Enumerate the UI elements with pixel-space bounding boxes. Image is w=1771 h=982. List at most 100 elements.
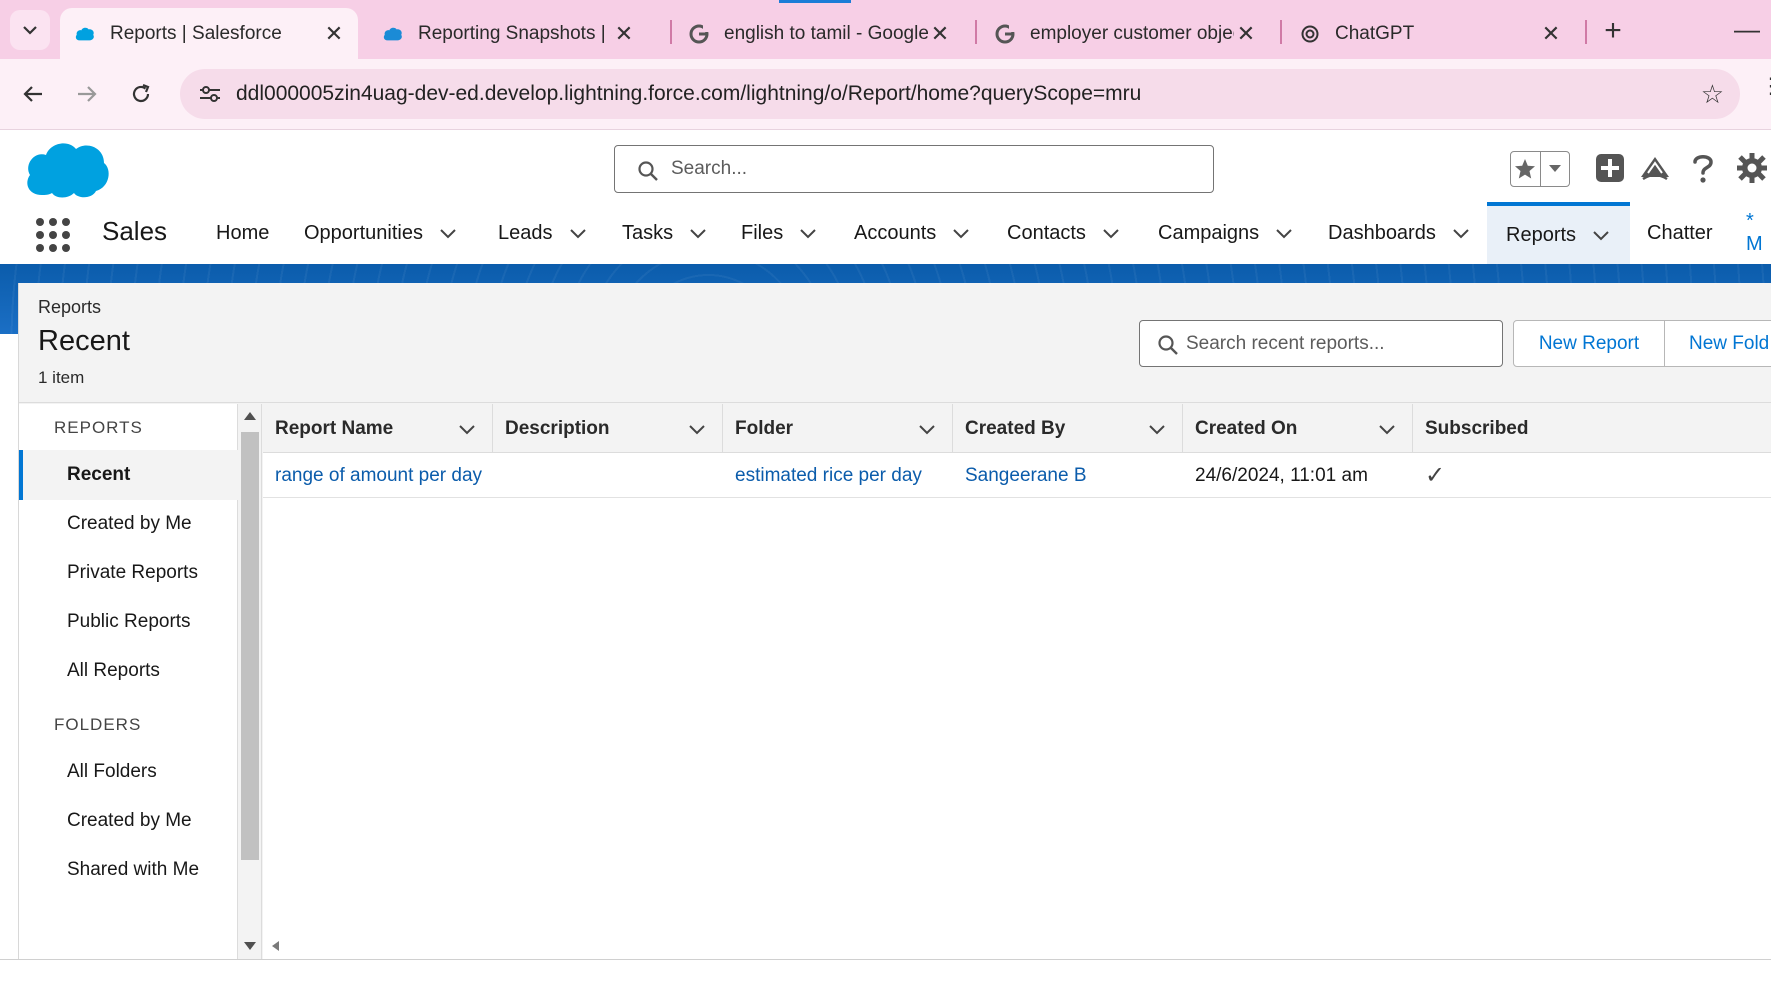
salesforce-cloud-icon — [382, 23, 404, 45]
nav-item-label: * M — [1746, 210, 1763, 255]
nav-item-home[interactable]: Home — [216, 202, 269, 264]
chevron-down-icon[interactable] — [799, 224, 817, 242]
close-icon[interactable]: ✕ — [1539, 21, 1563, 47]
report-name-link[interactable]: range of amount per day — [263, 453, 493, 498]
chevron-down-icon[interactable] — [952, 224, 970, 242]
url-text[interactable]: ddl000005zin4uag-dev-ed.develop.lightnin… — [236, 69, 1141, 119]
nav-item-accounts[interactable]: Accounts — [854, 202, 970, 264]
item-count: 1 item — [38, 368, 85, 387]
address-bar[interactable]: ddl000005zin4uag-dev-ed.develop.lightnin… — [180, 69, 1740, 119]
sidebar-item-shared-with-me[interactable]: Shared with Me — [19, 845, 238, 895]
app-launcher-icon[interactable] — [36, 218, 70, 252]
chevron-down-icon[interactable] — [1378, 420, 1396, 438]
global-search-box[interactable] — [614, 145, 1214, 193]
chevron-down-icon[interactable] — [458, 420, 476, 438]
new-report-button[interactable]: New Report — [1513, 320, 1665, 367]
table-header-row: Report Name Description Folder Created B… — [263, 404, 1771, 453]
window-minimize-button[interactable]: — — [1732, 14, 1762, 48]
google-g-icon — [994, 23, 1016, 45]
sidebar-item-recent[interactable]: Recent — [19, 450, 238, 500]
nav-item-contacts[interactable]: Contacts — [1007, 202, 1120, 264]
chevron-down-icon[interactable] — [1102, 224, 1120, 242]
favorites-star-icon[interactable] — [1511, 152, 1540, 186]
favorites-menu-chevron-icon[interactable] — [1539, 152, 1569, 186]
new-tab-button[interactable]: + — [1596, 14, 1630, 48]
reports-sidebar: REPORTS Recent Created by Me Private Rep… — [19, 404, 238, 959]
screen: Reports | Salesforce ✕ Reporting Snapsho… — [0, 0, 1771, 982]
sidebar-item-created-by-me[interactable]: Created by Me — [19, 499, 238, 549]
sidebar-item-all-folders[interactable]: All Folders — [19, 747, 238, 797]
column-header-label: Description — [505, 417, 610, 439]
chatgpt-icon — [1299, 23, 1321, 45]
sidebar-item-private-reports[interactable]: Private Reports — [19, 548, 238, 598]
scroll-left-arrow-icon[interactable] — [272, 941, 279, 951]
sidebar-item-folders-created-by-me[interactable]: Created by Me — [19, 796, 238, 846]
bookmark-star-icon[interactable]: ☆ — [1701, 69, 1724, 119]
sidebar-item-all-reports[interactable]: All Reports — [19, 646, 238, 696]
scroll-down-arrow-icon[interactable] — [244, 942, 256, 950]
nav-item-reports[interactable]: Reports — [1487, 202, 1630, 264]
nav-item-dashboards[interactable]: Dashboards — [1328, 202, 1470, 264]
scroll-up-arrow-icon[interactable] — [244, 412, 256, 420]
tab-search-button[interactable] — [10, 10, 50, 50]
global-search-input[interactable] — [671, 146, 1191, 192]
column-header-created-on[interactable]: Created On — [1183, 404, 1413, 453]
nav-item-campaigns[interactable]: Campaigns — [1158, 202, 1293, 264]
setup-gear-icon[interactable] — [1734, 150, 1770, 186]
column-header-folder[interactable]: Folder — [723, 404, 953, 453]
browser-tab-employer-customer[interactable]: employer customer objec ✕ — [980, 8, 1270, 59]
column-header-label: Folder — [735, 417, 794, 439]
report-search-box[interactable] — [1139, 320, 1503, 367]
favorites-button-group[interactable] — [1510, 151, 1570, 187]
chevron-down-icon[interactable] — [688, 420, 706, 438]
global-actions-plus-icon[interactable] — [1592, 150, 1628, 186]
close-icon[interactable]: ✕ — [1234, 21, 1258, 47]
nav-item-opportunities[interactable]: Opportunities — [304, 202, 457, 264]
sidebar-scrollbar[interactable] — [238, 404, 262, 959]
chevron-down-icon — [23, 26, 37, 35]
salesforce-cloud-icon — [74, 23, 96, 45]
chevron-down-icon[interactable] — [1452, 224, 1470, 242]
chevron-down-icon[interactable] — [1592, 226, 1610, 244]
browser-tab-chatgpt[interactable]: ChatGPT ✕ — [1285, 8, 1575, 59]
column-header-report-name[interactable]: Report Name — [263, 404, 493, 453]
nav-item-label: Opportunities — [304, 221, 423, 244]
report-search-input[interactable] — [1186, 321, 1496, 366]
browser-menu-icon[interactable]: ⋮ — [1760, 73, 1771, 99]
chevron-down-icon[interactable] — [1148, 420, 1166, 438]
column-header-description[interactable]: Description — [493, 404, 723, 453]
column-header-subscribed[interactable]: Subscribed — [1413, 404, 1771, 453]
arrow-left-icon — [23, 86, 42, 102]
new-folder-button[interactable]: New Fold — [1664, 320, 1771, 367]
report-folder-link[interactable]: estimated rice per day — [723, 453, 953, 498]
close-icon[interactable]: ✕ — [928, 21, 952, 47]
chevron-down-icon[interactable] — [689, 224, 707, 242]
column-header-created-by[interactable]: Created By — [953, 404, 1183, 453]
scrollbar-thumb[interactable] — [241, 432, 259, 860]
chevron-down-icon[interactable] — [918, 420, 936, 438]
nav-item-chatter[interactable]: Chatter — [1647, 202, 1713, 264]
chevron-down-icon[interactable] — [439, 224, 457, 242]
browser-tab-reporting-snapshots[interactable]: Reporting Snapshots | Sa ✕ — [368, 8, 648, 59]
sidebar-item-public-reports[interactable]: Public Reports — [19, 597, 238, 647]
help-icon[interactable] — [1685, 150, 1721, 186]
nav-item-leads[interactable]: Leads — [498, 202, 587, 264]
browser-tab-english-to-tamil[interactable]: english to tamil - Google ✕ — [674, 8, 964, 59]
nav-item-more[interactable]: * M — [1746, 202, 1771, 264]
close-icon[interactable]: ✕ — [612, 21, 636, 47]
back-button[interactable] — [14, 75, 52, 113]
salesforce-logo[interactable] — [22, 137, 112, 201]
chevron-down-icon[interactable] — [569, 224, 587, 242]
forward-button[interactable] — [68, 75, 106, 113]
created-by-link[interactable]: Sangeerane B — [953, 453, 1183, 498]
reload-button[interactable] — [122, 75, 160, 113]
nav-item-label: Tasks — [622, 221, 674, 244]
browser-tab-reports[interactable]: Reports | Salesforce ✕ — [60, 8, 358, 59]
tab-title: Reports | Salesforce — [110, 22, 282, 44]
site-info-icon[interactable] — [194, 79, 226, 109]
trailhead-icon[interactable] — [1637, 150, 1673, 186]
nav-item-files[interactable]: Files — [741, 202, 817, 264]
nav-item-tasks[interactable]: Tasks — [622, 202, 707, 264]
chevron-down-icon[interactable] — [1275, 224, 1293, 242]
close-icon[interactable]: ✕ — [322, 21, 346, 47]
